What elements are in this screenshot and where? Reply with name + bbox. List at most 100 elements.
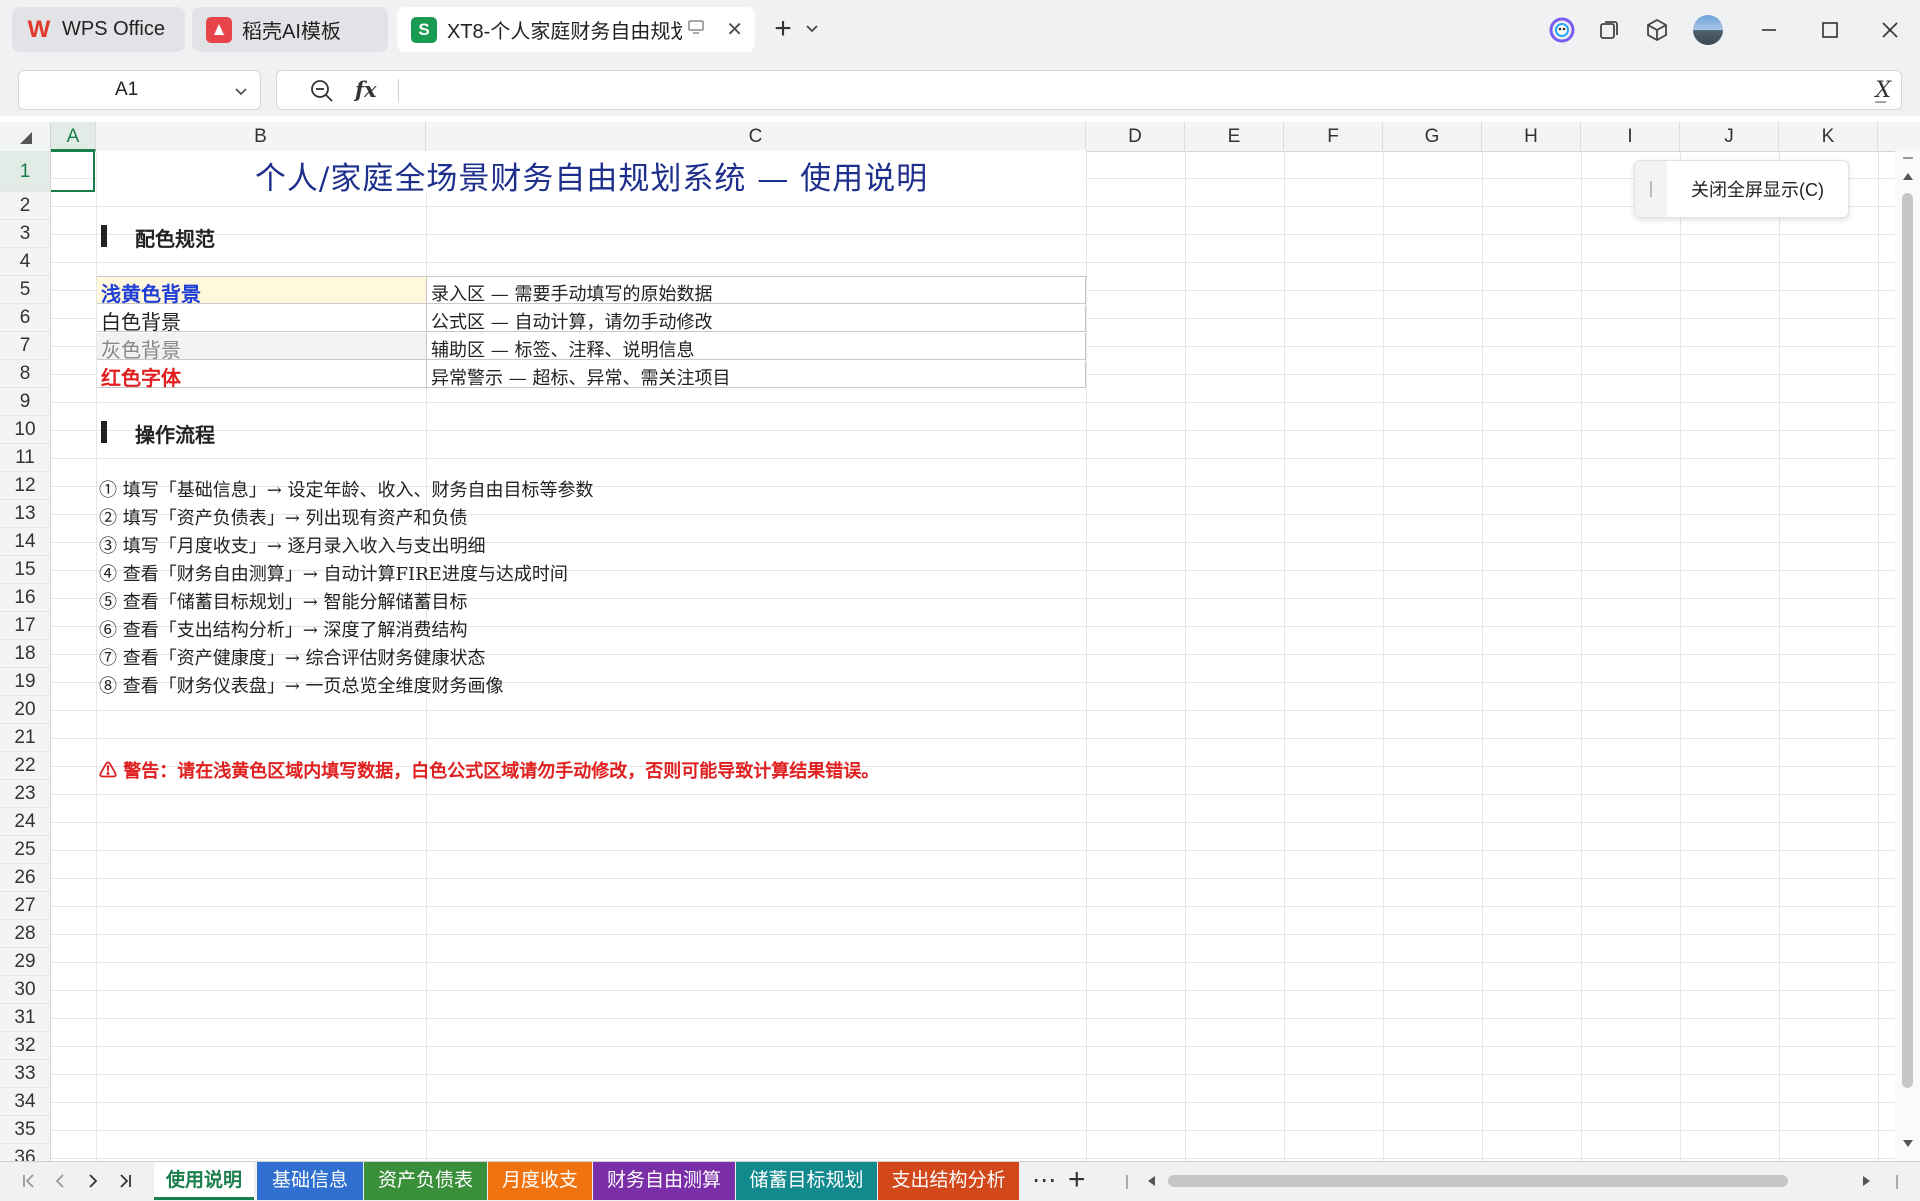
next-sheet-icon[interactable] <box>80 1168 106 1194</box>
ai-assistant-icon[interactable] <box>1544 12 1580 48</box>
prev-sheet-icon[interactable] <box>47 1168 73 1194</box>
sheet-tab-usage[interactable]: 使用说明 <box>154 1162 254 1200</box>
row-header[interactable]: 24 <box>0 808 50 836</box>
row-header[interactable]: 9 <box>0 388 50 416</box>
avatar[interactable] <box>1690 12 1726 48</box>
column-header-h[interactable]: H <box>1482 122 1581 151</box>
tab-xt8-workbook[interactable]: S XT8-个人家庭财务自由规划 ✕ <box>397 7 755 52</box>
scroll-right-icon[interactable] <box>1862 1175 1872 1187</box>
sheet-tab-basic-info[interactable]: 基础信息 <box>257 1162 363 1200</box>
row-header[interactable]: 25 <box>0 836 50 864</box>
legend-desc-cell[interactable]: 公式区 — 自动计算，请勿手动修改 <box>426 305 1086 333</box>
row-header[interactable]: 28 <box>0 920 50 948</box>
scroll-up-icon[interactable] <box>1902 171 1914 181</box>
row-header[interactable]: 4 <box>0 248 50 276</box>
tab-docer-ai[interactable]: 稻壳AI模板 <box>192 7 388 52</box>
last-sheet-icon[interactable] <box>112 1168 138 1194</box>
column-header-b[interactable]: B <box>96 122 426 151</box>
row-header[interactable]: 35 <box>0 1116 50 1144</box>
column-header-e[interactable]: E <box>1185 122 1284 151</box>
exit-fullscreen-button[interactable]: 关闭全屏显示(C) <box>1691 176 1824 202</box>
formula-input[interactable] <box>409 79 1849 103</box>
scroll-down-icon[interactable] <box>1902 1139 1914 1149</box>
name-box[interactable]: A1 <box>18 70 261 110</box>
row-header[interactable]: 6 <box>0 304 50 332</box>
sheet-tab-expense[interactable]: 支出结构分析 <box>878 1162 1019 1200</box>
column-header-a[interactable]: A <box>51 122 96 151</box>
row-header[interactable]: 13 <box>0 500 50 528</box>
window-copy-icon[interactable] <box>1591 12 1627 48</box>
legend-desc-cell[interactable]: 辅助区 — 标签、注释、说明信息 <box>426 333 1086 361</box>
zoom-out-icon[interactable] <box>309 78 335 109</box>
row-header[interactable]: 32 <box>0 1032 50 1060</box>
row-header[interactable]: 23 <box>0 780 50 808</box>
row-header[interactable]: 15 <box>0 556 50 584</box>
column-header-f[interactable]: F <box>1284 122 1383 151</box>
exit-fullscreen-popup[interactable]: 关闭全屏显示(C) <box>1634 160 1849 218</box>
row-header[interactable]: 29 <box>0 948 50 976</box>
more-sheets-icon[interactable]: ⋯ <box>1032 1166 1056 1195</box>
row-header[interactable]: 31 <box>0 1004 50 1032</box>
chevron-down-icon[interactable] <box>234 84 248 102</box>
row-header[interactable]: 21 <box>0 724 50 752</box>
sheet-tab-balance-sheet[interactable]: 资产负债表 <box>364 1162 487 1200</box>
column-header-k[interactable]: K <box>1779 122 1878 151</box>
selected-cell-a1[interactable] <box>51 151 95 192</box>
row-header[interactable]: 16 <box>0 584 50 612</box>
column-header-i[interactable]: I <box>1581 122 1680 151</box>
legend-name-cell[interactable]: 浅黄色背景 <box>97 277 426 306</box>
row-header[interactable]: 18 <box>0 640 50 668</box>
row-header[interactable]: 3 <box>0 220 50 248</box>
legend-desc-cell[interactable]: 录入区 — 需要手动填写的原始数据 <box>426 277 1086 305</box>
chevron-down-icon[interactable] <box>800 14 824 44</box>
new-tab-button[interactable]: + <box>766 12 800 46</box>
sheet-tab-fire[interactable]: 财务自由测算 <box>593 1162 735 1200</box>
cube-icon[interactable] <box>1639 12 1675 48</box>
row-header[interactable]: 22 <box>0 752 50 780</box>
popup-handle[interactable] <box>1635 161 1667 217</box>
row-header[interactable]: 1 <box>0 151 50 192</box>
close-tab-icon[interactable]: ✕ <box>726 17 743 42</box>
legend-desc-cell[interactable]: 异常警示 — 超标、异常、需关注项目 <box>426 361 1086 389</box>
row-header[interactable]: 17 <box>0 612 50 640</box>
sheet-grid[interactable]: 个人/家庭全场景财务自由规划系统 — 使用说明 配色规范 浅黄色背景 录入区 —… <box>51 151 1895 1161</box>
close-icon[interactable] <box>1872 12 1908 48</box>
sheet-tab-monthly[interactable]: 月度收支 <box>488 1162 592 1200</box>
row-header[interactable]: 36 <box>0 1144 50 1161</box>
row-header[interactable]: 8 <box>0 360 50 388</box>
row-header[interactable]: 2 <box>0 192 50 220</box>
minimize-icon[interactable] <box>1751 12 1787 48</box>
row-header[interactable]: 27 <box>0 892 50 920</box>
column-header-c[interactable]: C <box>426 122 1086 151</box>
row-header[interactable]: 14 <box>0 528 50 556</box>
vertical-scrollbar[interactable] <box>1895 151 1920 1161</box>
row-header[interactable]: 7 <box>0 332 50 360</box>
row-header[interactable]: 12 <box>0 472 50 500</box>
horizontal-scroll-thumb[interactable] <box>1168 1175 1788 1187</box>
scroll-left-icon[interactable] <box>1146 1175 1156 1187</box>
row-header[interactable]: 5 <box>0 276 50 304</box>
row-header[interactable]: 34 <box>0 1088 50 1116</box>
formula-expand-icon[interactable]: X̲ <box>1875 78 1891 103</box>
legend-name-cell[interactable]: 灰色背景 <box>97 333 426 362</box>
scroll-thumb[interactable] <box>1902 193 1913 1088</box>
row-header[interactable]: 11 <box>0 444 50 472</box>
maximize-icon[interactable] <box>1812 12 1848 48</box>
column-header-d[interactable]: D <box>1086 122 1185 151</box>
row-header[interactable]: 10 <box>0 416 50 444</box>
tab-wps-office[interactable]: W WPS Office <box>12 7 185 52</box>
add-sheet-icon[interactable]: + <box>1068 1163 1086 1197</box>
sheet-tab-savings[interactable]: 储蓄目标规划 <box>736 1162 877 1200</box>
legend-name-cell[interactable]: 红色字体 <box>97 361 426 390</box>
row-header[interactable]: 20 <box>0 696 50 724</box>
row-header[interactable]: 26 <box>0 864 50 892</box>
first-sheet-icon[interactable] <box>16 1168 42 1194</box>
select-all-corner[interactable] <box>0 122 51 151</box>
legend-name-cell[interactable]: 白色背景 <box>97 305 426 334</box>
row-header[interactable]: 33 <box>0 1060 50 1088</box>
fx-icon[interactable]: fx <box>355 77 377 102</box>
row-header[interactable]: 19 <box>0 668 50 696</box>
column-header-j[interactable]: J <box>1680 122 1779 151</box>
row-header[interactable]: 30 <box>0 976 50 1004</box>
column-header-g[interactable]: G <box>1383 122 1482 151</box>
